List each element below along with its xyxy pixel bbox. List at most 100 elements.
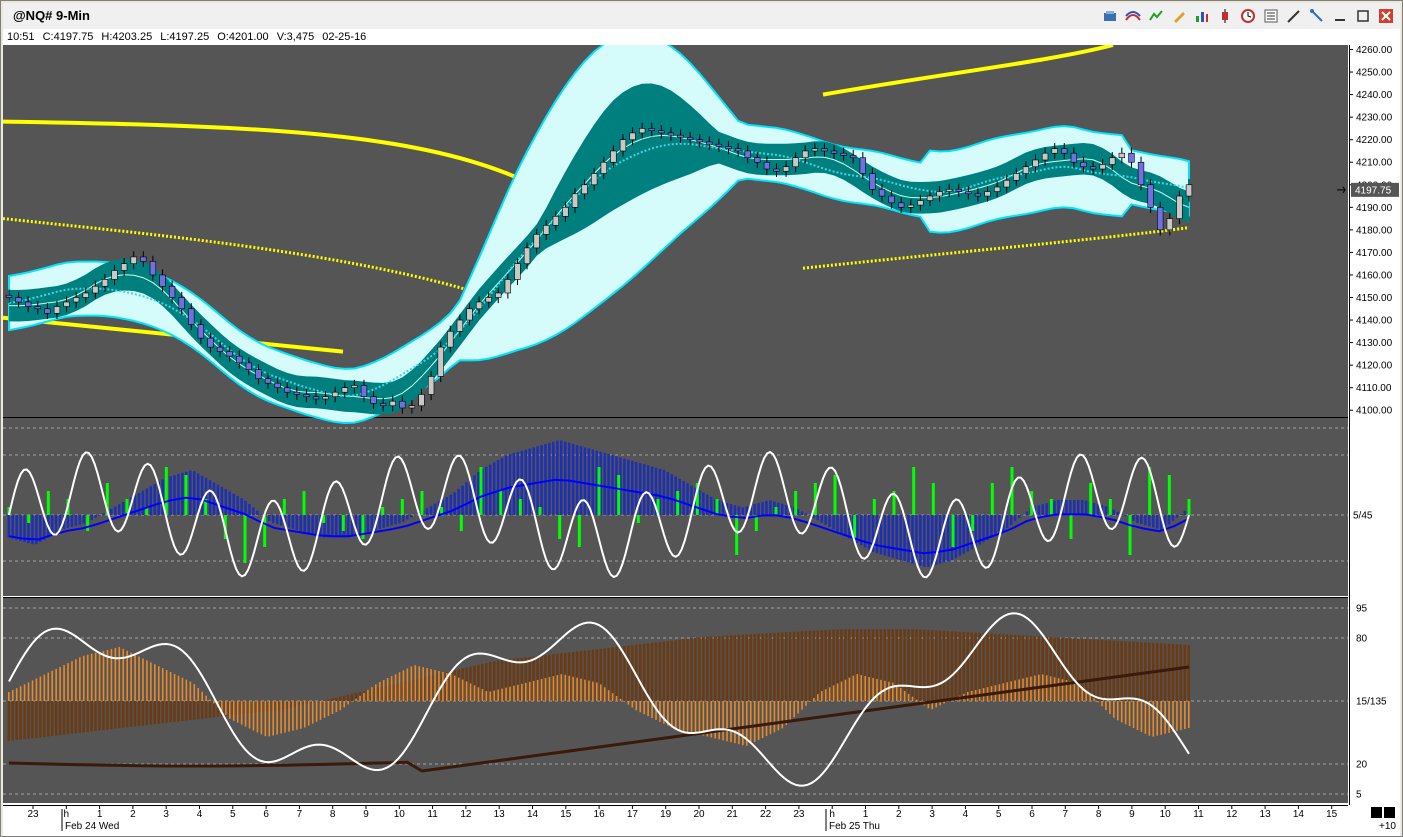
candle-body <box>130 256 137 264</box>
osc2-orange-bar <box>378 681 381 701</box>
osc2-orange-bar <box>564 674 567 701</box>
candle-body <box>34 306 41 310</box>
osc1-green-bar <box>617 475 621 515</box>
candle-body <box>1003 179 1010 188</box>
osc1-blue-bar <box>248 504 251 515</box>
chart-area[interactable]: 4260.00 4250.00 4240.00 4230.00 4220.00 4210.… <box>3 45 1400 836</box>
osc2-orange-bar <box>631 701 634 708</box>
osc2-brown-bar <box>200 701 204 719</box>
candle-body <box>5 294 13 298</box>
osc2-orange-bar <box>43 674 46 701</box>
osc2-brown-bar <box>1096 639 1100 701</box>
osc2-brown-bar <box>678 639 681 701</box>
candle-body <box>332 391 339 398</box>
quote-time: 10:51 <box>7 31 35 43</box>
osc2-orange-bar <box>450 673 452 701</box>
osc2-orange-bar <box>229 701 231 719</box>
osc2-orange-bar <box>615 696 618 701</box>
osc1-blue-bar <box>1124 515 1127 517</box>
price-tick-label: 4120.00 <box>1356 361 1393 372</box>
time-tick-label: 4 <box>197 809 203 820</box>
osc1-blue-bar <box>402 515 405 522</box>
candle-body <box>821 148 828 152</box>
osc1-blue-bar <box>118 504 121 515</box>
osc1-blue-bar <box>567 442 571 515</box>
close-icon[interactable] <box>1376 6 1396 26</box>
candle-body <box>802 150 809 159</box>
osc2-brown-bar <box>169 701 172 723</box>
bar-chart-icon[interactable] <box>1192 6 1212 26</box>
candle-body <box>1013 173 1020 181</box>
osc1-blue-bar <box>1017 515 1021 519</box>
candle-body <box>792 157 799 168</box>
osc2-orange-bar <box>1140 701 1143 732</box>
osc1-blue-bar <box>899 515 902 561</box>
drawing-icon[interactable] <box>1123 6 1143 26</box>
osc1-blue-bar <box>1104 506 1108 515</box>
candle-body <box>418 394 425 407</box>
candlestick-icon[interactable] <box>1215 6 1235 26</box>
data-window-icon[interactable] <box>1100 6 1120 26</box>
candle-body <box>504 279 512 294</box>
osc2-brown-bar <box>658 641 662 701</box>
time-tick-label: 10 <box>1160 809 1172 820</box>
osc2-orange-bar <box>300 701 302 729</box>
price-tick-label: 4110.00 <box>1356 383 1392 394</box>
candle-body <box>341 387 348 393</box>
candle-body <box>322 396 329 400</box>
osc2-orange-bar <box>232 701 235 721</box>
maximize-icon[interactable] <box>1353 6 1373 26</box>
osc2-orange-bar <box>876 678 878 701</box>
osc2-orange-bar <box>161 668 164 701</box>
osc1-green-bar <box>1069 515 1073 539</box>
pointer-icon[interactable] <box>1307 6 1327 26</box>
osc2-brown-bar <box>646 643 650 701</box>
osc2-orange-bar <box>552 676 555 701</box>
osc2-orange-bar <box>505 687 507 701</box>
minimize-icon[interactable] <box>1330 6 1350 26</box>
osc1-green-bar <box>636 515 640 523</box>
pen-icon[interactable] <box>1284 6 1304 26</box>
osc2-orange-bar <box>864 676 866 701</box>
indicator-icon[interactable] <box>1146 6 1166 26</box>
day-label: Feb 24 Wed <box>65 821 119 832</box>
osc2-brown-bar <box>181 701 184 721</box>
osc1-blue-bar <box>98 515 101 516</box>
osc2-orange-bar <box>367 690 369 701</box>
candle-body <box>533 234 540 249</box>
candle-body <box>63 301 70 307</box>
osc1-blue-bar <box>7 515 10 538</box>
osc2-orange-bar <box>536 679 539 701</box>
osc1-blue-bar <box>753 504 756 515</box>
osc2-orange-bar <box>580 678 582 701</box>
clock-icon[interactable] <box>1238 6 1258 26</box>
osc1-blue-bar <box>15 515 18 540</box>
osc1-blue-bar <box>291 515 295 529</box>
candle-body <box>562 207 569 217</box>
osc2-orange-bar <box>1176 701 1178 731</box>
osc2-orange-bar <box>252 701 255 731</box>
candle-body <box>1109 157 1116 165</box>
price-tick-label: 4170.00 <box>1356 248 1393 259</box>
osc1-green-bar <box>931 483 935 515</box>
pencil-icon[interactable] <box>1169 6 1189 26</box>
osc2-orange-bar <box>730 701 732 743</box>
osc2-orange-bar <box>382 679 385 701</box>
osc1-blue-bar <box>1167 515 1171 525</box>
price-tick-label: 4230.00 <box>1356 113 1393 124</box>
osc1-blue-bar <box>66 515 70 529</box>
candle-body <box>15 297 22 303</box>
osc1-blue-bar <box>560 440 563 515</box>
osc2-orange-bar <box>671 701 673 728</box>
osc2-brown-bar <box>173 701 176 722</box>
osc1-blue-bar <box>828 515 831 528</box>
time-tick-label: 8 <box>1096 809 1102 820</box>
osc2-orange-bar <box>197 687 200 701</box>
title-bar[interactable]: @NQ# 9-Min <box>3 3 1400 29</box>
osc2-orange-bar <box>540 678 543 701</box>
osc2-orange-bar <box>1109 701 1111 714</box>
osc1-blue-bar <box>453 492 456 515</box>
list-icon[interactable] <box>1261 6 1281 26</box>
osc2-orange-bar <box>911 696 914 701</box>
osc2-brown-bar <box>208 701 212 718</box>
